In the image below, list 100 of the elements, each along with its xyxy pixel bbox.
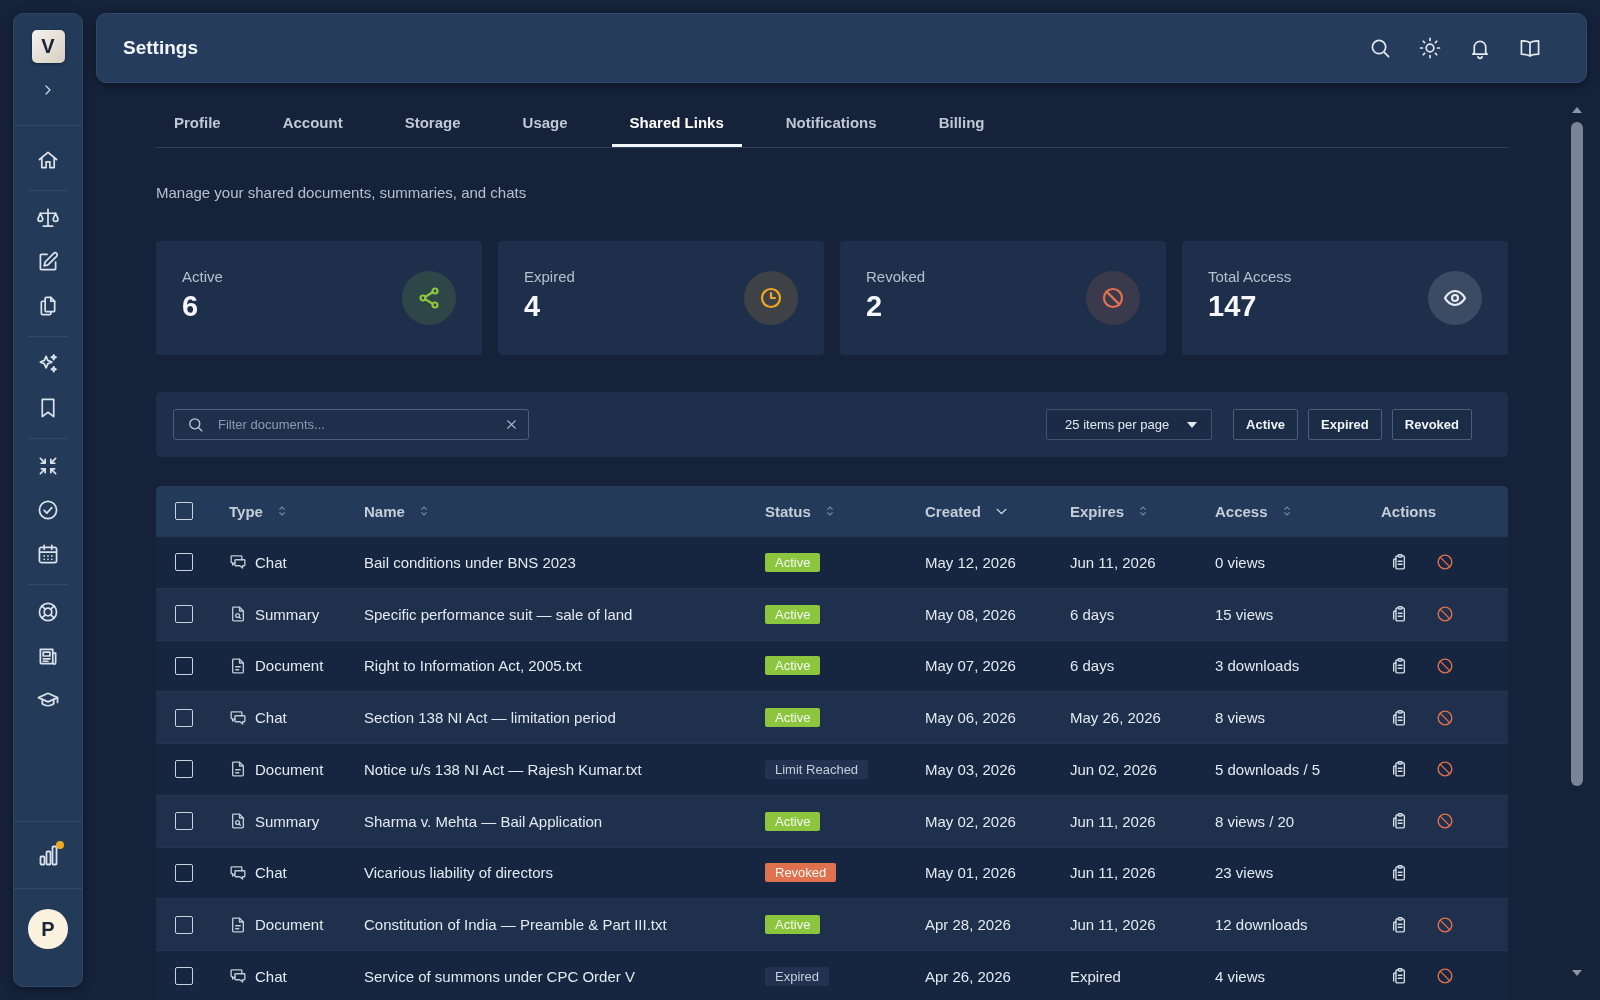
row-checkbox[interactable] (175, 605, 193, 624)
bookmark-icon[interactable] (38, 398, 58, 418)
collapse-arrows-icon[interactable] (38, 456, 58, 476)
ban-icon[interactable] (1437, 813, 1453, 830)
ban-icon[interactable] (1437, 554, 1453, 571)
ban-icon[interactable] (1437, 761, 1453, 778)
chat-bubbles-icon (230, 554, 246, 571)
clipboard-icon[interactable] (1391, 813, 1407, 830)
access-cell: 23 views (1215, 864, 1274, 882)
documents-icon[interactable] (38, 296, 58, 316)
page-description: Manage your shared documents, summaries, and chats (156, 184, 528, 202)
row-checkbox[interactable] (175, 760, 193, 779)
status-filter-button[interactable]: Revoked (1391, 409, 1472, 440)
row-checkbox[interactable] (175, 915, 193, 934)
settings-tab[interactable]: Usage (504, 100, 586, 147)
bell-icon[interactable] (1470, 38, 1490, 58)
calendar-icon[interactable] (38, 544, 58, 564)
document-icon (230, 657, 246, 674)
status-badge: Active (765, 811, 821, 831)
access-cell: 15 views (1215, 605, 1274, 623)
access-cell: 3 downloads (1215, 657, 1300, 675)
type-cell: Chat (255, 709, 287, 727)
row-checkbox[interactable] (175, 863, 193, 882)
sparkles-icon[interactable] (38, 354, 58, 374)
row-checkbox[interactable] (175, 708, 193, 727)
status-filter-button[interactable]: Active (1233, 409, 1299, 440)
stat-label: Expired (524, 268, 575, 286)
column-header[interactable]: Access (1215, 502, 1268, 520)
ban-icon[interactable] (1437, 606, 1453, 623)
ban-icon[interactable] (1437, 709, 1453, 726)
bar-chart-icon[interactable] (37, 844, 59, 866)
column-header: Actions (1381, 502, 1436, 520)
clipboard-icon[interactable] (1391, 968, 1407, 985)
row-checkbox[interactable] (175, 553, 193, 572)
clipboard-icon[interactable] (1391, 554, 1407, 571)
status-badge: Active (765, 656, 821, 676)
sun-icon[interactable] (1420, 38, 1440, 58)
row-checkbox[interactable] (175, 656, 193, 675)
balance-scale-icon[interactable] (38, 208, 58, 228)
column-header[interactable]: Name (364, 502, 405, 520)
type-cell: Chat (255, 864, 287, 882)
status-filter-button[interactable]: Expired (1308, 409, 1382, 440)
ban-icon[interactable] (1437, 916, 1453, 933)
stat-label: Active (182, 268, 223, 286)
column-header[interactable]: Status (765, 502, 811, 520)
chat-bubbles-icon (230, 864, 246, 881)
expires-cell: Jun 11, 2026 (1070, 812, 1156, 830)
stat-label: Total Access (1208, 268, 1292, 286)
access-cell: 8 views / 20 (1215, 812, 1295, 830)
scrollbar-thumb[interactable] (1571, 122, 1583, 786)
name-cell: Bail conditions under BNS 2023 (364, 553, 576, 571)
access-cell: 12 downloads (1215, 916, 1308, 934)
settings-tab[interactable]: Profile (156, 100, 239, 147)
settings-tab[interactable]: Shared Links (611, 100, 742, 147)
row-checkbox[interactable] (175, 812, 193, 831)
clear-icon[interactable] (505, 418, 518, 431)
settings-tab[interactable]: Storage (386, 100, 479, 147)
clock-icon (744, 271, 798, 325)
access-cell: 0 views (1215, 553, 1266, 571)
select-all-checkbox[interactable] (175, 502, 193, 520)
created-cell: May 06, 2026 (925, 709, 1016, 727)
name-cell: Right to Information Act, 2005.txt (364, 657, 582, 675)
newspaper-icon[interactable] (38, 646, 58, 666)
scroll-up-arrow-icon[interactable] (1572, 107, 1582, 113)
clipboard-icon[interactable] (1391, 916, 1407, 933)
access-cell: 4 views (1215, 967, 1266, 985)
clipboard-icon[interactable] (1391, 657, 1407, 674)
clipboard-icon[interactable] (1391, 761, 1407, 778)
open-book-icon[interactable] (1520, 38, 1540, 58)
filter-input[interactable]: Filter documents... (173, 409, 529, 440)
column-header[interactable]: Type (229, 502, 263, 520)
row-checkbox[interactable] (175, 967, 193, 986)
created-cell: May 03, 2026 (925, 760, 1016, 778)
status-badge: Active (765, 552, 821, 572)
expires-cell: 6 days (1070, 657, 1115, 675)
app-logo[interactable]: V (31, 30, 65, 63)
name-cell: Section 138 NI Act — limitation period (364, 709, 616, 727)
check-circle-icon[interactable] (38, 500, 58, 520)
home-icon[interactable] (38, 150, 58, 170)
expires-cell: Expired (1070, 967, 1121, 985)
status-badge: Active (765, 915, 821, 935)
settings-tab[interactable]: Account (264, 100, 361, 147)
scroll-down-arrow-icon[interactable] (1572, 970, 1582, 976)
document-search-icon (230, 606, 246, 623)
user-avatar[interactable]: P (28, 909, 68, 949)
name-cell: Specific performance suit — sale of land (364, 605, 633, 623)
clipboard-icon[interactable] (1391, 864, 1407, 881)
lifebuoy-icon[interactable] (38, 602, 58, 622)
ban-icon[interactable] (1437, 657, 1453, 674)
column-header[interactable]: Expires (1070, 502, 1125, 520)
ban-icon[interactable] (1437, 968, 1453, 985)
clipboard-icon[interactable] (1391, 606, 1407, 623)
settings-tab[interactable]: Notifications (767, 100, 895, 147)
column-header[interactable]: Created (925, 502, 981, 520)
page-size-dropdown[interactable]: 25 items per page (1046, 409, 1213, 440)
clipboard-icon[interactable] (1391, 709, 1407, 726)
pencil-square-icon[interactable] (38, 252, 58, 272)
created-cell: Apr 26, 2026 (925, 967, 1011, 985)
settings-tab[interactable]: Billing (920, 100, 1003, 147)
search-icon[interactable] (1370, 38, 1390, 58)
